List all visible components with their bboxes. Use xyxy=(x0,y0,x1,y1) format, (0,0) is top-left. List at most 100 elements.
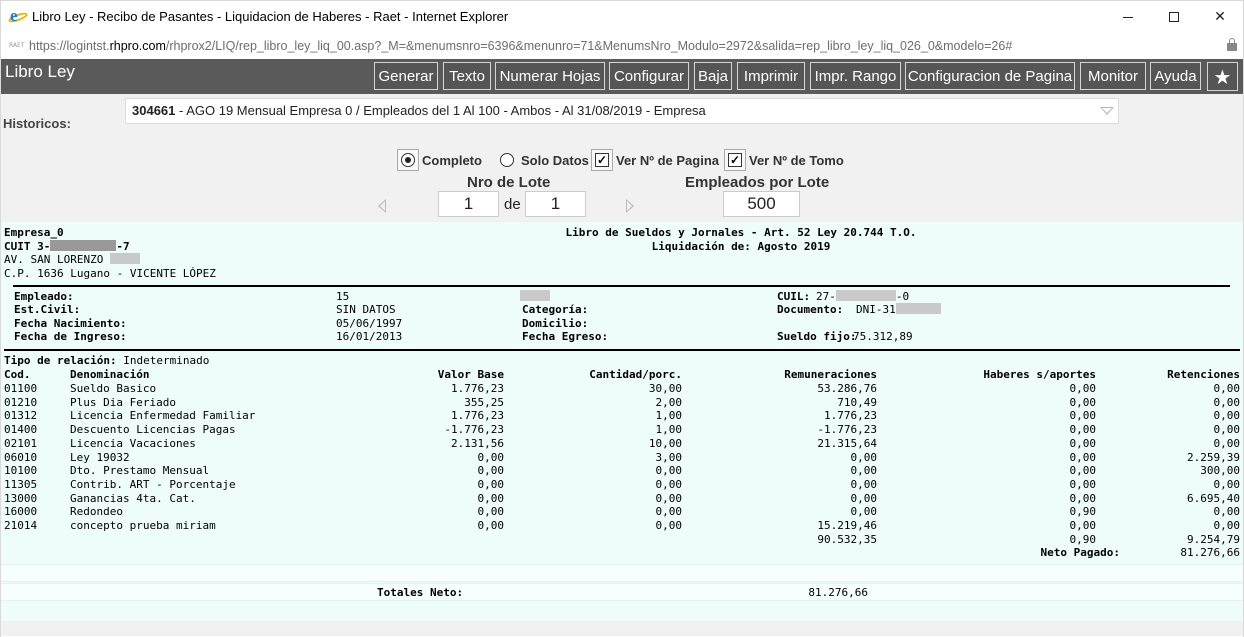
url-text[interactable]: https://logintst.rhpro.com/rhprox2/LIQ/r… xyxy=(29,39,1012,53)
numerar-hojas-button[interactable]: Numerar Hojas xyxy=(495,62,605,90)
impr-rango-button[interactable]: Impr. Rango xyxy=(810,62,901,90)
ayuda-button[interactable]: Ayuda xyxy=(1150,62,1201,90)
url-path: /rhprox2/LIQ/rep_libro_ley_liq_00.asp?_M… xyxy=(165,38,1013,53)
row-remuneraciones: 1.776,23 xyxy=(824,409,877,423)
col-valor-base: Valor Base xyxy=(437,368,504,381)
redacted-block xyxy=(895,303,941,314)
row-cod: 02101 xyxy=(4,436,38,450)
minimize-button[interactable] xyxy=(1105,1,1151,33)
historicos-select[interactable]: 304661 - AGO 19 Mensual Empresa 0 / Empl… xyxy=(125,98,1119,124)
fing-value: 16/01/2013 xyxy=(336,330,403,343)
close-window-button[interactable]: ✕ xyxy=(1197,1,1243,33)
configurar-button[interactable]: Configurar xyxy=(609,62,689,90)
sueldo-label: Sueldo fijo: xyxy=(777,330,857,343)
empresa-cuit: CUIT 3- -7 xyxy=(4,240,130,253)
row-cantidad: 0,00 xyxy=(655,505,683,519)
row-cod: 10100 xyxy=(4,464,38,478)
favorite-button[interactable]: ★ xyxy=(1207,62,1238,91)
ver-tomo-option[interactable]: ✓ Ver Nº de Tomo xyxy=(724,148,844,172)
row-valor-base: 1.776,23 xyxy=(451,382,504,395)
redacted-block xyxy=(109,253,140,264)
estcivil-value: SIN DATOS xyxy=(336,303,396,316)
internet-explorer-icon: e xyxy=(7,6,29,25)
address-text: AV. SAN LORENZO xyxy=(4,253,104,266)
maximize-icon xyxy=(1169,12,1179,22)
generar-button[interactable]: Generar xyxy=(374,62,438,90)
row-valor-base: 0,00 xyxy=(477,450,505,464)
empresa-cp: C.P. 1636 Lugano - VICENTE LÓPEZ xyxy=(4,267,216,280)
completo-option[interactable]: Completo xyxy=(397,148,482,172)
row-cantidad: 1,00 xyxy=(655,423,683,437)
col-cod: Cod. xyxy=(4,368,31,381)
row-retenciones: 0,00 xyxy=(1213,505,1241,519)
cuit-suffix: -7 xyxy=(116,240,130,253)
ver-pagina-checkbox[interactable]: ✓ xyxy=(595,153,609,167)
next-lote-icon[interactable] xyxy=(626,199,634,213)
completo-radio[interactable] xyxy=(401,153,415,167)
row-cantidad: 10,00 xyxy=(648,436,682,450)
documento-value: DNI-31 xyxy=(856,303,941,316)
row-cantidad: 30,00 xyxy=(648,382,682,395)
domicilio-label: Domicilio: xyxy=(522,317,589,330)
window-title: Libro Ley - Recibo de Pasantes - Liquida… xyxy=(32,9,509,24)
star-icon: ★ xyxy=(1213,64,1232,89)
url-host: rhpro.com xyxy=(109,38,166,53)
close-icon: ✕ xyxy=(1214,9,1226,25)
completo-label: Completo xyxy=(422,152,482,168)
lote-from-input[interactable]: 1 xyxy=(438,191,499,217)
cuil-label: CUIL: xyxy=(777,290,811,303)
cuil-suffix: -0 xyxy=(895,290,910,303)
ver-tomo-checkbox[interactable]: ✓ xyxy=(728,153,742,167)
ver-pagina-option[interactable]: ✓ Ver Nº de Pagina xyxy=(591,148,719,172)
empleados-por-lote-input[interactable]: 500 xyxy=(723,191,800,217)
estcivil-label: Est.Civil: xyxy=(14,303,81,316)
address-bar[interactable]: RAET https://logintst.rhpro.com/rhprox2/… xyxy=(0,32,1244,59)
row-remuneraciones: 710,49 xyxy=(837,395,877,409)
cuil-value: 27- -0 xyxy=(816,290,909,303)
row-cod: 06010 xyxy=(4,450,38,464)
lock-icon[interactable] xyxy=(1227,38,1237,51)
totales-row xyxy=(1,583,1243,601)
solo-datos-option[interactable]: Solo Datos xyxy=(496,148,589,172)
row-cod: 01100 xyxy=(4,382,38,395)
row-denominacion: concepto prueba miriam xyxy=(70,519,216,532)
tipo-relacion: Tipo de relación: Indeterminado xyxy=(4,354,209,367)
bottom-bar xyxy=(1,621,1243,636)
col-denominacion: Denominación xyxy=(70,368,150,381)
ver-pagina-label: Ver Nº de Pagina xyxy=(616,152,720,168)
row-cantidad: 0,00 xyxy=(655,491,683,505)
row-cod: 21014 xyxy=(4,519,38,532)
row-remuneraciones: 0,00 xyxy=(850,505,878,519)
row-cod: 01312 xyxy=(4,409,38,423)
configuracion-de-pagina-button[interactable]: Configuracion de Pagina xyxy=(905,62,1075,90)
fnac-label: Fecha Nacimiento: xyxy=(14,317,127,330)
row-remuneraciones: 21.315,64 xyxy=(817,436,877,450)
row-denominacion: Ley 19032 xyxy=(70,450,130,464)
app-toolbar: Libro Ley Generar Texto Numerar Hojas Co… xyxy=(1,59,1243,94)
row-valor-base: 0,00 xyxy=(477,464,505,478)
row-retenciones: 2.259,39 xyxy=(1187,450,1240,464)
row-cod: 13000 xyxy=(4,491,38,505)
row-denominacion: Licencia Vacaciones xyxy=(70,436,196,450)
solo-datos-label: Solo Datos xyxy=(521,152,589,168)
imprimir-button[interactable]: Imprimir xyxy=(737,62,805,90)
lote-to-input[interactable]: 1 xyxy=(525,191,586,217)
neto-pagado-value: 81.276,66 xyxy=(1180,546,1240,559)
chevron-down-icon xyxy=(1100,107,1114,115)
previous-lote-icon[interactable] xyxy=(378,199,386,213)
baja-button[interactable]: Baja xyxy=(694,62,732,90)
row-denominacion: Descuento Licencias Pagas xyxy=(70,423,236,437)
texto-button[interactable]: Texto xyxy=(443,62,491,90)
row-cod: 01400 xyxy=(4,423,38,437)
total-retenciones: 9.254,79 xyxy=(1187,533,1240,546)
maximize-button[interactable] xyxy=(1151,1,1197,33)
monitor-button[interactable]: Monitor xyxy=(1080,62,1146,90)
nro-lote-label: Nro de Lote xyxy=(467,174,551,191)
row-denominacion: Licencia Enfermedad Familiar xyxy=(70,409,256,423)
cuit-prefix: CUIT 3- xyxy=(4,240,51,253)
solo-datos-radio[interactable] xyxy=(500,153,514,167)
libro-ley-report: Empresa_0 CUIT 3- -7 AV. SAN LORENZO C.P.… xyxy=(1,222,1243,621)
historico-id: 304661 xyxy=(132,103,176,118)
row-cod: 01210 xyxy=(4,395,38,409)
spacer-row xyxy=(1,564,1243,582)
